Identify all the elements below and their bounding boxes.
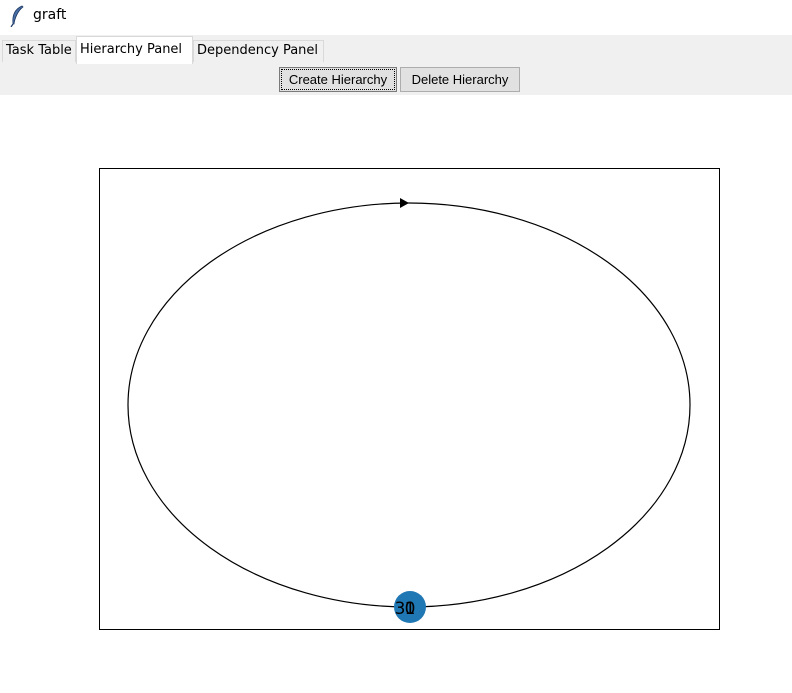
toolbar: Create Hierarchy Delete Hierarchy [0,64,792,95]
app-window: graft Task Table Hierarchy Panel Depende… [0,0,792,693]
tab-label: Hierarchy Panel [80,42,183,57]
tab-label: Task Table [6,43,72,58]
tab-bar: Task Table Hierarchy Panel Dependency Pa… [0,35,792,65]
title-bar: graft [0,0,792,33]
feather-icon [10,5,24,27]
tab-hierarchy-panel[interactable]: Hierarchy Panel [76,36,193,64]
create-hierarchy-button[interactable]: Create Hierarchy [279,67,397,92]
tab-label: Dependency Panel [197,43,319,58]
plot-frame [99,168,720,630]
node-label-0: 0 [405,599,416,619]
window-title: graft [33,7,67,23]
tab-dependency-panel[interactable]: Dependency Panel [193,40,324,62]
hierarchy-graph-canvas[interactable]: 3 1 0 [0,95,792,693]
tab-task-table[interactable]: Task Table [2,40,76,62]
delete-hierarchy-button[interactable]: Delete Hierarchy [400,67,520,92]
